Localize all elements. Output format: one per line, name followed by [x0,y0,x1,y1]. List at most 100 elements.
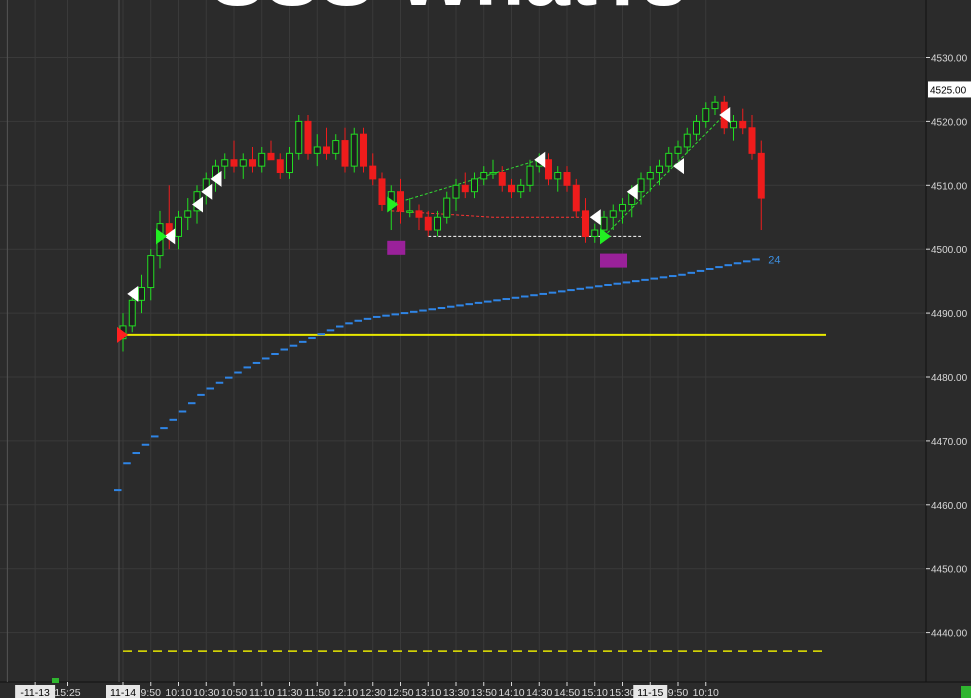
candle-body [498,172,506,186]
candle-body [341,140,349,167]
x-tick-label: 14:10 [498,687,524,698]
candle-body [526,165,534,186]
candle-body [443,197,451,218]
candle-body [323,146,330,154]
last-price-label: 4525.00 [930,85,967,96]
candle-body [480,172,488,180]
x-tick-label: 10:10 [693,687,719,698]
candle-body [656,165,663,174]
candle-body [452,184,460,199]
x-tick-label: 15:25 [54,687,80,698]
candle-body [582,210,589,237]
x-tick-label: 13:50 [471,687,497,698]
candle-body [369,165,377,180]
candle-body [489,172,497,175]
candle-body [249,159,256,167]
y-tick-label: 4450.00 [931,565,968,576]
y-tick-label: 4440.00 [931,629,968,640]
candle-body [748,127,756,154]
y-tick-label: 4510.00 [931,181,968,192]
x-tick-label: 12:50 [387,687,413,698]
candle-body [350,133,358,167]
candle-body [295,120,303,154]
price-axis: 4530.00 4520.00 4510.00 4500.00 4490.00 4480.… [926,54,971,640]
candle-body [554,172,562,180]
candle-body [415,210,423,218]
candle-body [471,178,478,193]
candle-body [434,216,441,231]
y-tick-label: 4470.00 [931,437,968,448]
candle-body [683,133,691,148]
candle-body [184,210,192,218]
purple-box [387,240,406,255]
x-tick-label: 10:10 [165,687,191,698]
candle-body [221,159,229,167]
candle-body [360,133,367,167]
x-tick-label: 11-15 [637,687,663,698]
purple-boxes [387,240,627,268]
candle-body [230,159,238,167]
y-tick-label: 4520.00 [931,117,968,128]
candle-body [646,172,654,180]
x-tick-label: 14:50 [554,687,580,698]
candle-body [378,178,386,205]
candle-body [591,229,599,237]
candle-body [702,108,710,122]
candle-body [665,152,673,167]
x-tick-label: 10:30 [193,687,219,698]
x-tick-label: 11:10 [249,687,275,698]
x-tick-label: 10:50 [221,687,247,698]
watermark-text: SSS WhatTs [210,0,687,23]
signal-markers [117,107,731,343]
x-tick-label: 9:50 [668,687,689,698]
candle-body [619,203,626,212]
candle-body [175,216,182,237]
candle-body [517,184,525,193]
candle-body [739,120,747,129]
x-tick-label: 15:10 [582,687,608,698]
candle-body [138,287,145,301]
candle-body [128,299,136,327]
x-tick-label: 11:50 [305,687,331,698]
candle-body [286,152,293,174]
candle-body [332,140,340,154]
x-tick-label: 14:30 [526,687,552,698]
vwap-series: 24 [114,254,781,492]
x-tick-label: 12:10 [332,687,358,698]
x-tick-label: -11-13 [20,687,50,698]
candle-body [711,101,719,110]
y-tick-label: 4460.00 [931,501,968,512]
candle-body [461,184,469,193]
purple-box [600,253,627,268]
candle-body [424,216,432,231]
candlestick-chart: SSS WhatTs 24 4530.00 4520.00 4510.00 4500.… [0,0,971,698]
candle-body [276,159,284,174]
y-tick-label: 4500.00 [931,245,968,256]
candle-body [406,210,414,213]
candle-body [313,146,321,154]
candle-body [572,184,580,212]
candle-body [304,120,312,154]
left-edge-indicator [52,678,59,683]
x-tick-label: 9:50 [141,687,162,698]
candle-body [730,120,737,129]
candle-body [267,152,275,161]
y-tick-label: 4490.00 [931,309,968,320]
candle-body [397,191,404,212]
x-tick-label: 13:30 [443,687,469,698]
y-tick-label: 4530.00 [931,54,968,65]
x-tick-label: 15:30 [609,687,635,698]
grid-lines [0,0,926,682]
candle-body [239,159,247,167]
x-tick-label: 11-14 [110,687,136,698]
candle-body [258,152,266,167]
candle-body [147,255,155,289]
x-tick-label: 13:10 [415,687,441,698]
status-indicator [961,686,971,698]
time-axis: -11-13 15:25 11-14 9:50 10:10 10:30 10:50 11:10… [15,682,719,698]
y-tick-label: 4480.00 [931,373,968,384]
x-tick-label: 11:30 [277,687,303,698]
candle-body [508,184,515,193]
candle-body [600,216,608,231]
candle-body [757,152,765,199]
